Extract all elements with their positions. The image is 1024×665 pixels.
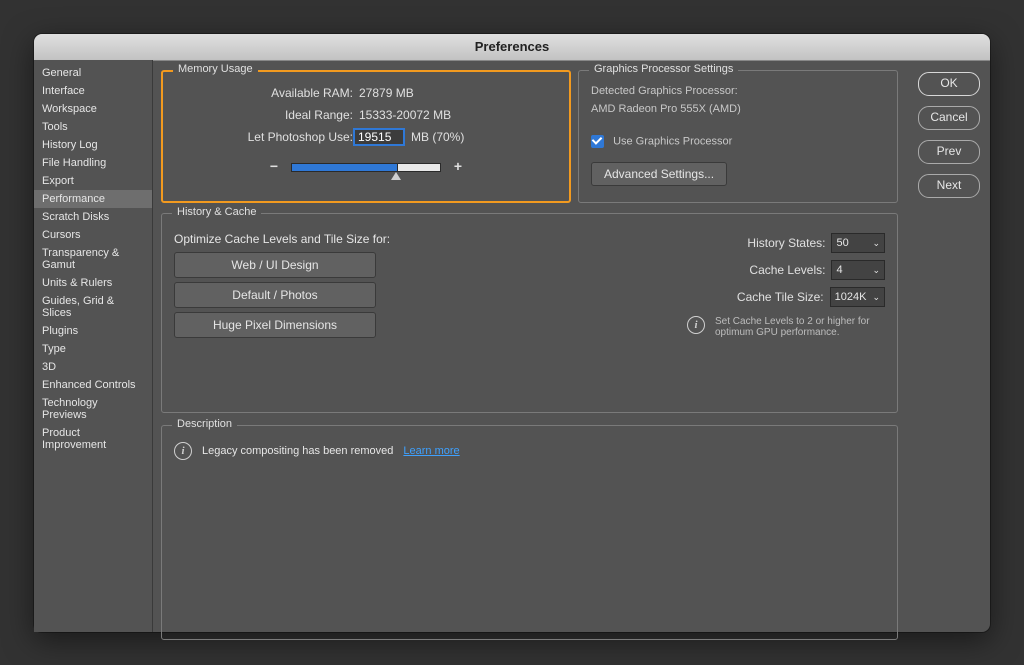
preferences-window: Preferences GeneralInterfaceWorkspaceToo… bbox=[34, 34, 990, 632]
memory-input[interactable] bbox=[353, 128, 405, 146]
history-cache-group: History & Cache Optimize Cache Levels an… bbox=[161, 213, 898, 413]
sidebar-item-export[interactable]: Export bbox=[34, 172, 152, 190]
sidebar-item-general[interactable]: General bbox=[34, 64, 152, 82]
cache-tile-size-select[interactable]: 1024K⌄ bbox=[830, 287, 885, 307]
sidebar: GeneralInterfaceWorkspaceToolsHistory Lo… bbox=[34, 60, 153, 632]
sidebar-item-file-handling[interactable]: File Handling bbox=[34, 154, 152, 172]
cache-tip: Set Cache Levels to 2 or higher for opti… bbox=[715, 316, 885, 338]
history-states-select[interactable]: 50⌄ bbox=[831, 233, 885, 253]
window-title: Preferences bbox=[34, 34, 990, 61]
chevron-down-icon: ⌄ bbox=[872, 292, 880, 303]
cache-levels-label: Cache Levels: bbox=[715, 263, 825, 277]
memory-usage-group: Memory Usage Available RAM: 27879 MB Ide… bbox=[161, 70, 571, 203]
use-gpu-checkbox[interactable] bbox=[591, 135, 604, 148]
sidebar-item-tools[interactable]: Tools bbox=[34, 118, 152, 136]
slider-plus-icon[interactable]: + bbox=[451, 158, 465, 174]
gps-legend: Graphics Processor Settings bbox=[589, 63, 738, 75]
available-ram-label: Available RAM: bbox=[163, 86, 353, 100]
cache-levels-select[interactable]: 4⌄ bbox=[831, 260, 885, 280]
sidebar-item-workspace[interactable]: Workspace bbox=[34, 100, 152, 118]
cancel-button[interactable]: Cancel bbox=[918, 106, 980, 130]
sidebar-item-performance[interactable]: Performance bbox=[34, 190, 152, 208]
sidebar-item-technology-previews[interactable]: Technology Previews bbox=[34, 394, 152, 424]
sidebar-item-scratch-disks[interactable]: Scratch Disks bbox=[34, 208, 152, 226]
cache-tile-size-label: Cache Tile Size: bbox=[714, 290, 824, 304]
optimize-label: Optimize Cache Levels and Tile Size for: bbox=[174, 232, 390, 246]
sidebar-item-guides-grid-slices[interactable]: Guides, Grid & Slices bbox=[34, 292, 152, 322]
memory-slider[interactable] bbox=[291, 160, 441, 172]
preset-default-photos-button[interactable]: Default / Photos bbox=[174, 282, 376, 308]
available-ram-value: 27879 MB bbox=[359, 86, 414, 100]
next-button[interactable]: Next bbox=[918, 174, 980, 198]
history-states-label: History States: bbox=[715, 236, 825, 250]
sidebar-item-units-rulers[interactable]: Units & Rulers bbox=[34, 274, 152, 292]
memory-usage-legend: Memory Usage bbox=[173, 63, 258, 75]
dialog-buttons: OK Cancel Prev Next bbox=[918, 72, 980, 198]
sidebar-item-enhanced-controls[interactable]: Enhanced Controls bbox=[34, 376, 152, 394]
advanced-settings-button[interactable]: Advanced Settings... bbox=[591, 162, 727, 186]
description-legend: Description bbox=[172, 418, 237, 430]
sidebar-item-transparency-gamut[interactable]: Transparency & Gamut bbox=[34, 244, 152, 274]
main-panel: OK Cancel Prev Next Memory Usage Availab… bbox=[153, 60, 990, 632]
info-icon: i bbox=[687, 316, 705, 334]
prev-button[interactable]: Prev bbox=[918, 140, 980, 164]
ok-button[interactable]: OK bbox=[918, 72, 980, 96]
use-gpu-label: Use Graphics Processor bbox=[613, 135, 732, 147]
memory-suffix: MB (70%) bbox=[411, 130, 464, 144]
slider-minus-icon[interactable]: − bbox=[267, 158, 281, 174]
sidebar-item-3d[interactable]: 3D bbox=[34, 358, 152, 376]
description-group: Description bbox=[161, 425, 898, 640]
slider-thumb-icon[interactable] bbox=[391, 172, 401, 180]
sidebar-item-product-improvement[interactable]: Product Improvement bbox=[34, 424, 152, 454]
history-cache-legend: History & Cache bbox=[172, 206, 261, 218]
ideal-range-label: Ideal Range: bbox=[163, 108, 353, 122]
sidebar-item-interface[interactable]: Interface bbox=[34, 82, 152, 100]
sidebar-item-history-log[interactable]: History Log bbox=[34, 136, 152, 154]
ideal-range-value: 15333-20072 MB bbox=[359, 108, 451, 122]
detected-gpu-value: AMD Radeon Pro 555X (AMD) bbox=[579, 103, 897, 121]
let-photoshop-use-label: Let Photoshop Use: bbox=[163, 130, 353, 144]
sidebar-item-cursors[interactable]: Cursors bbox=[34, 226, 152, 244]
sidebar-item-type[interactable]: Type bbox=[34, 340, 152, 358]
sidebar-item-plugins[interactable]: Plugins bbox=[34, 322, 152, 340]
graphics-processor-group: Graphics Processor Settings Detected Gra… bbox=[578, 70, 898, 203]
preset-huge-pixel-dimensions-button[interactable]: Huge Pixel Dimensions bbox=[174, 312, 376, 338]
chevron-down-icon: ⌄ bbox=[872, 265, 880, 276]
preset-web-ui-design-button[interactable]: Web / UI Design bbox=[174, 252, 376, 278]
chevron-down-icon: ⌄ bbox=[872, 238, 880, 249]
detected-gpu-label: Detected Graphics Processor: bbox=[579, 71, 897, 103]
